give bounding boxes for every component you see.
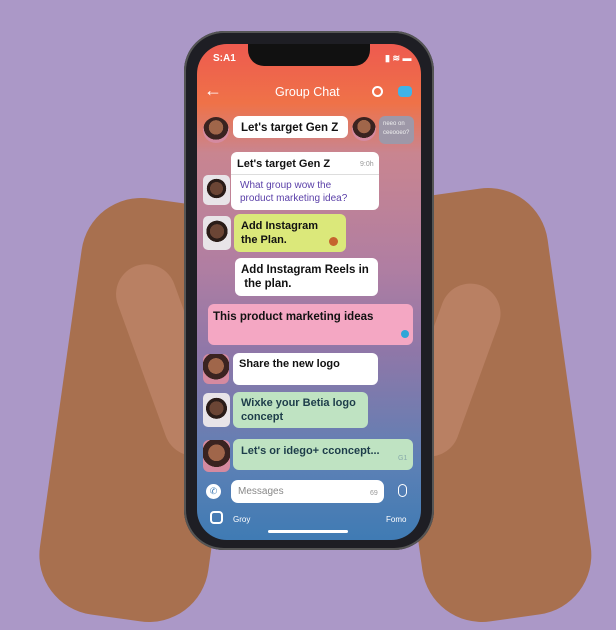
message-text: Add Instagram Reels in the plan. bbox=[241, 264, 369, 290]
phone-icon[interactable]: ✆ bbox=[206, 484, 221, 499]
notch bbox=[248, 44, 370, 66]
message-time: G1 bbox=[398, 455, 408, 462]
card-time: 9:0h bbox=[360, 161, 374, 168]
message-text: Wixke your Betia logo concept bbox=[241, 397, 356, 423]
reaction-icon bbox=[329, 237, 338, 246]
avatar bbox=[203, 117, 229, 143]
message-text: This product marketing ideas bbox=[213, 311, 374, 323]
chat-bubble-icon[interactable] bbox=[398, 86, 412, 97]
microphone-icon[interactable] bbox=[398, 484, 407, 497]
home-indicator[interactable] bbox=[268, 530, 348, 533]
avatar bbox=[203, 216, 231, 250]
message-text: Let's target Gen Z bbox=[241, 122, 339, 134]
avatar bbox=[203, 354, 229, 384]
bottom-right-label[interactable]: Fomo bbox=[386, 513, 406, 527]
avatar bbox=[203, 393, 230, 427]
status-icons: ▮ ≋ ▬ bbox=[385, 53, 412, 63]
message-text: neeo on ceeooeo? bbox=[383, 121, 410, 136]
message-text: Let's or idego+ cconcept... bbox=[241, 445, 380, 457]
char-count: 69 bbox=[370, 490, 378, 497]
message-text: Add Instagram the Plan. bbox=[241, 220, 319, 246]
avatar bbox=[352, 117, 376, 141]
read-receipt-icon bbox=[401, 330, 409, 338]
card-title: Let's target Gen Z bbox=[237, 158, 331, 170]
arrow-left-icon[interactable]: ← bbox=[204, 81, 222, 99]
bottom-left-label[interactable]: Groy bbox=[233, 513, 250, 527]
camera-icon[interactable] bbox=[210, 511, 223, 524]
message-input-placeholder: Messages bbox=[238, 486, 284, 497]
status-time: S:A1 bbox=[213, 53, 236, 64]
divider bbox=[231, 174, 379, 175]
message-text: Share the new logo bbox=[239, 358, 340, 370]
search-icon[interactable] bbox=[372, 86, 383, 97]
card-body: What group wow the product marketing ide… bbox=[240, 180, 348, 204]
avatar bbox=[203, 440, 230, 472]
avatar bbox=[203, 175, 230, 205]
header-title: Group Chat bbox=[275, 85, 340, 99]
